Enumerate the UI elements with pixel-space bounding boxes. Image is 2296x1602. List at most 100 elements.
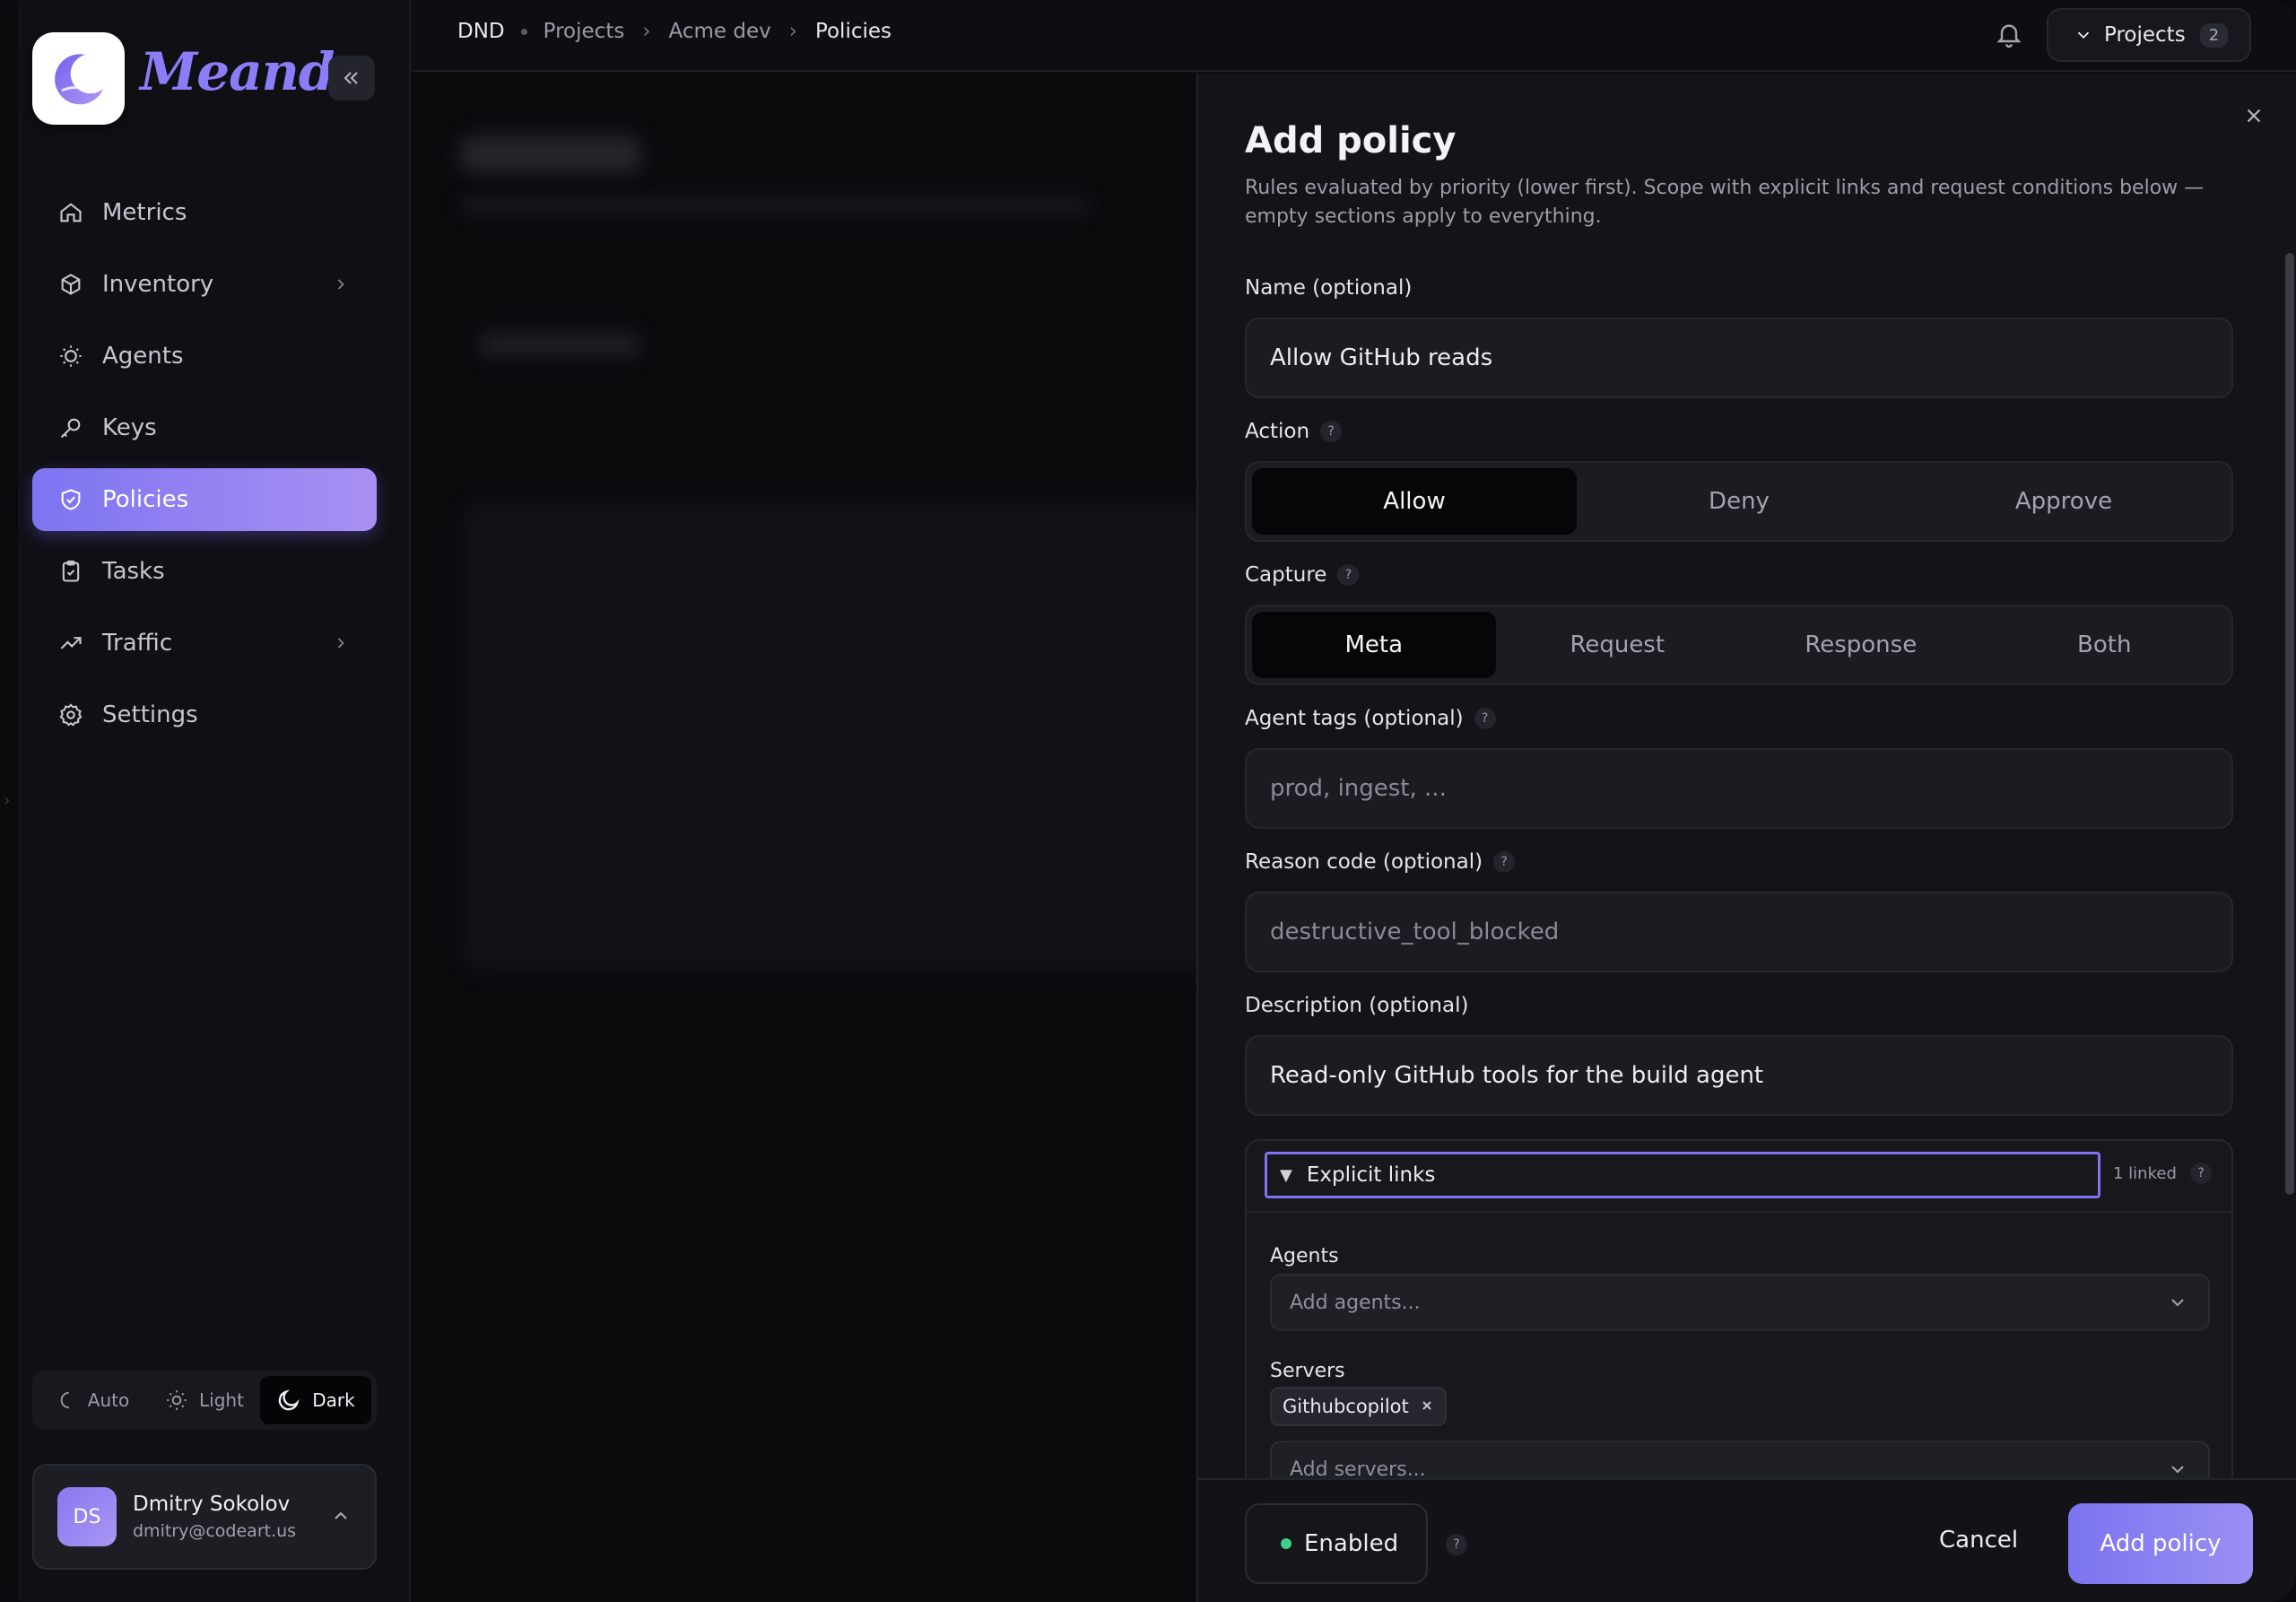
chevron-right-icon: ›: [642, 20, 651, 43]
sidebar-item-inventory[interactable]: Inventory: [32, 253, 377, 316]
user-info: Dmitry Sokolov dmitry@codeart.us: [133, 1493, 296, 1541]
capture-option-both[interactable]: Both: [1983, 612, 2227, 678]
home-icon: [57, 199, 84, 226]
chevron-down-icon: [2167, 1292, 2188, 1319]
enabled-label: Enabled: [1304, 1530, 1399, 1557]
collapse-sidebar-button[interactable]: [328, 56, 375, 100]
help-icon[interactable]: ?: [2190, 1162, 2212, 1184]
capture-label: Capture ?: [1245, 563, 1360, 587]
sidebar-item-label: Keys: [102, 414, 157, 441]
server-chip: Githubcopilot: [1270, 1387, 1447, 1426]
cube-icon: [57, 271, 84, 298]
user-menu[interactable]: DS Dmitry Sokolov dmitry@codeart.us: [32, 1464, 377, 1570]
sidebar-item-tasks[interactable]: Tasks: [32, 540, 377, 603]
panel-description: Rules evaluated by priority (lower first…: [1245, 177, 2205, 228]
logo-icon: [32, 32, 125, 125]
agent-tags-input[interactable]: prod, ingest, ...: [1245, 748, 2233, 829]
action-label: Action ?: [1245, 420, 1343, 443]
server-chip-label: Githubcopilot: [1283, 1396, 1409, 1417]
panel-footer: Enabled ? Cancel Add policy: [1198, 1478, 2296, 1602]
capture-option-meta[interactable]: Meta: [1252, 612, 1496, 678]
agents-label: Agents: [1270, 1245, 1339, 1267]
user-email: dmitry@codeart.us: [133, 1521, 297, 1541]
agent-tags-label-text: Agent tags (optional): [1245, 707, 1464, 730]
breadcrumb-item-org[interactable]: DND: [457, 20, 505, 43]
chevron-up-icon: [330, 1505, 352, 1530]
key-icon: [57, 414, 84, 441]
capture-option-request[interactable]: Request: [1496, 612, 1740, 678]
action-option-deny[interactable]: Deny: [1577, 468, 1901, 535]
sidebar-item-metrics[interactable]: Metrics: [32, 181, 377, 244]
add-policy-panel: Add policy Rules evaluated by priority (…: [1196, 74, 2296, 1602]
projects-count-badge: 2: [2199, 22, 2229, 48]
sidebar-item-policies[interactable]: Policies: [32, 468, 377, 531]
background-page-blurred: [411, 74, 1196, 1602]
description-label: Description (optional): [1245, 994, 1468, 1017]
reason-code-label: Reason code (optional) ?: [1245, 850, 1516, 874]
name-input[interactable]: Allow GitHub reads: [1245, 318, 2233, 398]
theme-option-label: Auto: [87, 1389, 130, 1411]
explicit-links-section: ▼ Explicit links 1 linked ? Agents Add a…: [1245, 1139, 2233, 1534]
chevron-right-icon: [332, 631, 350, 658]
remove-chip-icon[interactable]: [1420, 1396, 1434, 1417]
help-icon[interactable]: ?: [1320, 421, 1343, 442]
breadcrumb-item-current: Policies: [814, 20, 892, 43]
trending-up-icon: [57, 630, 84, 657]
half-circle-icon: [60, 1391, 69, 1409]
blurred-title: [461, 136, 640, 172]
agents-select-placeholder: Add agents...: [1290, 1291, 1421, 1314]
capture-option-response[interactable]: Response: [1739, 612, 1983, 678]
action-option-allow[interactable]: Allow: [1252, 468, 1577, 535]
reason-code-input[interactable]: destructive_tool_blocked: [1245, 892, 2233, 972]
help-icon[interactable]: ?: [1337, 564, 1360, 586]
chevron-right-icon: [332, 273, 350, 300]
divider: [1247, 1211, 2231, 1213]
action-option-approve[interactable]: Approve: [1901, 468, 2226, 535]
status-dot: [1281, 1538, 1292, 1549]
sidebar-item-traffic[interactable]: Traffic: [32, 612, 377, 675]
help-icon[interactable]: ?: [1446, 1534, 1467, 1555]
breadcrumb-dot: [520, 28, 527, 35]
agent-tags-label: Agent tags (optional) ?: [1245, 707, 1496, 730]
breadcrumb-item-project[interactable]: Acme dev: [669, 20, 771, 43]
reason-code-label-text: Reason code (optional): [1245, 850, 1483, 874]
sidebar-item-keys[interactable]: Keys: [32, 396, 377, 459]
theme-option-dark[interactable]: Dark: [260, 1376, 371, 1424]
enabled-toggle[interactable]: Enabled: [1245, 1503, 1428, 1584]
sidebar-item-label: Settings: [102, 701, 198, 728]
panel-scrollbar[interactable]: [2285, 253, 2294, 1195]
blurred-text: [461, 199, 1089, 212]
help-icon[interactable]: ?: [1474, 708, 1496, 729]
notifications-bell-icon[interactable]: [1995, 20, 2023, 52]
sidebar-item-settings[interactable]: Settings: [32, 683, 377, 746]
help-icon[interactable]: ?: [1493, 851, 1516, 873]
name-label: Name (optional): [1245, 276, 1412, 300]
theme-option-auto[interactable]: Auto: [38, 1376, 149, 1424]
add-policy-button[interactable]: Add policy: [2068, 1503, 2253, 1584]
sidebar-item-label: Inventory: [102, 271, 214, 298]
sidebar-edge[interactable]: ›: [0, 0, 20, 1602]
linked-count: 1 linked: [2113, 1164, 2177, 1183]
sidebar-item-agents[interactable]: Agents: [32, 325, 377, 387]
cancel-button[interactable]: Cancel: [1939, 1527, 2018, 1554]
theme-option-label: Light: [199, 1389, 244, 1411]
capture-segmented-control: Meta Request Response Both: [1245, 605, 2233, 685]
explicit-links-toggle[interactable]: ▼ Explicit links: [1265, 1152, 2100, 1198]
breadcrumb: DND Projects › Acme dev › Policies: [457, 20, 891, 43]
projects-dropdown-button[interactable]: Projects 2: [2047, 8, 2251, 62]
action-label-text: Action: [1245, 420, 1310, 443]
avatar: DS: [57, 1487, 117, 1546]
app-window: › Meandr Metrics Inventory Agents Keys P…: [0, 0, 2296, 1602]
clipboard-check-icon: [57, 558, 84, 585]
breadcrumb-item-projects[interactable]: Projects: [544, 20, 625, 43]
agents-select[interactable]: Add agents...: [1270, 1274, 2210, 1331]
projects-label: Projects: [2104, 23, 2186, 47]
description-input[interactable]: Read-only GitHub tools for the build age…: [1245, 1035, 2233, 1116]
sidebar-item-label: Metrics: [102, 199, 187, 226]
capture-label-text: Capture: [1245, 563, 1327, 587]
topbar: DND Projects › Acme dev › Policies Proje…: [411, 0, 2296, 72]
theme-option-light[interactable]: Light: [149, 1376, 260, 1424]
expand-edge-icon[interactable]: ›: [4, 791, 10, 810]
close-icon[interactable]: [2242, 104, 2266, 131]
name-label-text: Name (optional): [1245, 276, 1413, 300]
